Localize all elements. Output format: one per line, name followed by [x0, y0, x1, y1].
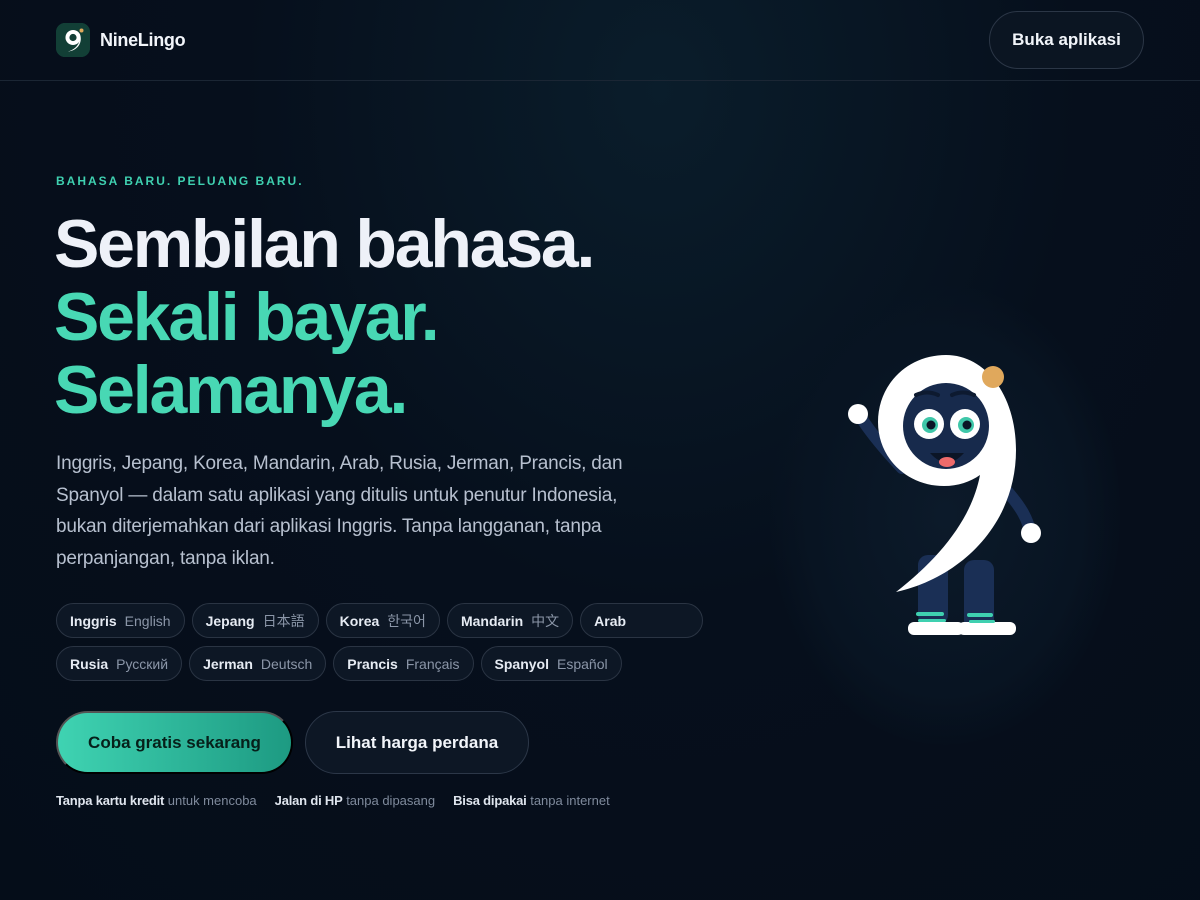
language-chip-korea[interactable]: Korea 한국어: [325, 603, 440, 638]
language-chip-prancis[interactable]: Prancis Français: [333, 646, 474, 681]
hero-headline: Sembilan bahasa. Sekali bayar. Selamanya…: [54, 208, 734, 427]
hero-eyebrow: BAHASA BARU. PELUANG BARU.: [56, 174, 304, 188]
language-name: Mandarin: [460, 612, 524, 629]
language-native-name: 한국어: [387, 612, 426, 629]
trust-note: Bisa dipakai tanpa internet: [453, 793, 610, 808]
language-native-name: Français: [405, 655, 460, 672]
trust-note-rest: untuk mencoba: [167, 793, 257, 808]
top-navigation: NineLingo Buka aplikasi: [0, 0, 1200, 81]
try-free-button[interactable]: Coba gratis sekarang: [56, 711, 293, 774]
hero-description: Inggris, Jepang, Korea, Mandarin, Arab, …: [56, 453, 623, 569]
language-name: Jepang: [205, 612, 255, 629]
language-name: Prancis: [347, 655, 398, 672]
trust-note-strong: Bisa dipakai: [453, 793, 527, 808]
trust-notes: Tanpa kartu kredit untuk mencoba Jalan d…: [56, 793, 610, 808]
language-chip-jepang[interactable]: Jepang 日本語: [191, 603, 319, 638]
headline-line-2: Sekali bayar.: [54, 279, 440, 355]
language-native-name: English: [124, 612, 171, 629]
language-native-name: 日本語: [262, 612, 305, 629]
language-native-name: Русский: [116, 655, 169, 672]
language-chip-rusia[interactable]: Rusia Русский: [56, 646, 183, 681]
language-name: Spanyol: [494, 655, 549, 672]
language-native-name: 中文: [531, 612, 560, 629]
view-pricing-button[interactable]: Lihat harga perdana: [305, 711, 529, 774]
nine-logo-icon: [56, 23, 90, 57]
language-name: Inggris: [70, 612, 117, 629]
trust-note: Jalan di HP tanpa dipasang: [275, 793, 435, 808]
trust-note-strong: Tanpa kartu kredit: [56, 793, 165, 808]
language-chip-spanyol[interactable]: Spanyol Español: [480, 646, 622, 681]
brand-name: NineLingo: [100, 29, 186, 50]
headline-line-3: Selamanya.: [54, 352, 408, 428]
nine-mascot-illustration: [830, 340, 1070, 650]
language-chip-arab[interactable]: Arab: [580, 603, 704, 638]
language-name: Jerman: [203, 655, 253, 672]
trust-note: Tanpa kartu kredit untuk mencoba: [56, 793, 257, 808]
language-name: Korea: [339, 612, 380, 629]
language-chip-inggris[interactable]: Inggris English: [56, 603, 185, 638]
language-name: Arab: [594, 612, 627, 629]
language-native-name: Español: [557, 655, 608, 672]
trust-note-strong: Jalan di HP: [274, 793, 343, 808]
headline-line-1: Sembilan bahasa.: [54, 206, 595, 282]
language-native-name: Deutsch: [260, 655, 313, 672]
language-chip-list: Inggris English Jepang 日本語 Korea 한국어 Man…: [56, 603, 716, 681]
language-name: Rusia: [70, 655, 109, 672]
trust-note-rest: tanpa internet: [530, 793, 610, 808]
trust-note-rest: tanpa dipasang: [346, 793, 436, 808]
open-app-button[interactable]: Buka aplikasi: [989, 11, 1144, 69]
language-chip-jerman[interactable]: Jerman Deutsch: [189, 646, 327, 681]
brand[interactable]: NineLingo: [56, 23, 186, 57]
language-chip-mandarin[interactable]: Mandarin 中文: [446, 603, 574, 638]
